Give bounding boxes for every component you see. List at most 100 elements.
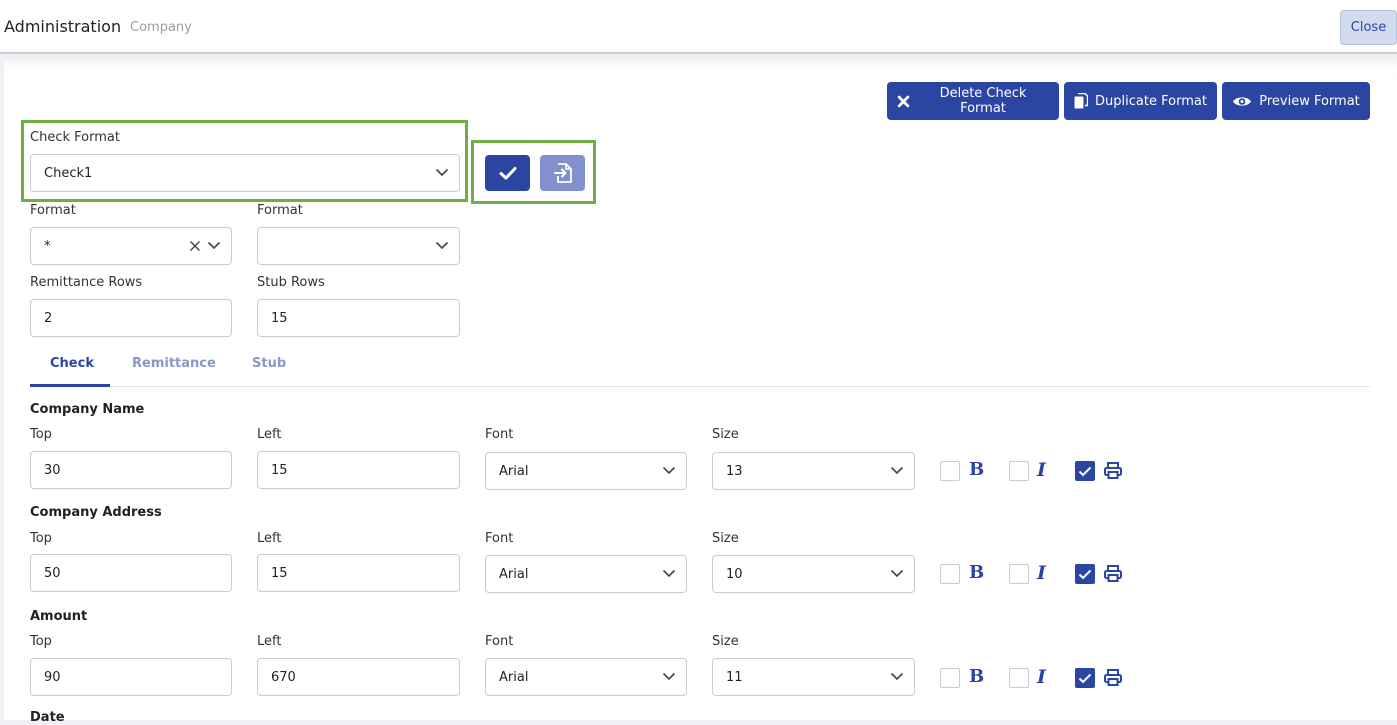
chevron-down-icon: [435, 168, 449, 177]
format-secondary-label: Format: [257, 203, 303, 218]
company-address-font-select[interactable]: Arial: [485, 555, 687, 593]
format-select[interactable]: *: [30, 227, 232, 265]
top-label: Top: [30, 427, 52, 442]
check-format-select[interactable]: Check1: [30, 154, 460, 192]
company-name-left-input[interactable]: 15: [257, 451, 460, 489]
italic-icon: I: [1037, 666, 1046, 688]
company-name-bold-checkbox[interactable]: [940, 461, 960, 481]
left-label: Left: [257, 634, 282, 649]
company-address-top-value: 50: [44, 565, 61, 581]
amount-top-value: 90: [44, 669, 61, 685]
chevron-down-icon: [662, 466, 676, 475]
format-label: Format: [30, 203, 76, 218]
tab-divider: [30, 386, 1370, 387]
tab-check[interactable]: Check: [50, 356, 94, 371]
app-title: Administration: [4, 17, 122, 36]
company-name-left-value: 15: [271, 462, 288, 478]
company-name-top-input[interactable]: 30: [30, 451, 232, 489]
format-secondary-select[interactable]: [257, 227, 460, 265]
company-name-size-select[interactable]: 13: [712, 452, 915, 490]
company-name-size-value: 13: [726, 463, 743, 479]
copy-icon: [1074, 93, 1089, 109]
delete-check-format-button[interactable]: Delete Check Format: [887, 82, 1059, 120]
tab-remittance[interactable]: Remittance: [132, 356, 216, 371]
chevron-down-icon: [890, 466, 904, 475]
company-address-top-input[interactable]: 50: [30, 554, 232, 592]
amount-size-select[interactable]: 11: [712, 658, 915, 696]
company-name-print-checkbox[interactable]: [1075, 461, 1095, 481]
company-address-bold-checkbox[interactable]: [940, 564, 960, 584]
amount-print-checkbox[interactable]: [1075, 668, 1095, 688]
chevron-down-icon: [662, 569, 676, 578]
check-format-panel: Delete Check Format Duplicate Format Pre…: [4, 58, 1397, 725]
section-title-company-address: Company Address: [30, 505, 162, 520]
check-icon: [499, 167, 516, 180]
amount-font-select[interactable]: Arial: [485, 658, 687, 696]
size-label: Size: [712, 634, 739, 649]
company-name-font-select[interactable]: Arial: [485, 452, 687, 490]
size-label: Size: [712, 427, 739, 442]
stub-rows-label: Stub Rows: [257, 275, 325, 290]
font-label: Font: [485, 634, 514, 649]
eye-icon: [1233, 96, 1252, 106]
amount-bold-checkbox[interactable]: [940, 668, 960, 688]
chevron-down-icon: [890, 569, 904, 578]
tab-stub[interactable]: Stub: [252, 356, 286, 371]
company-address-size-value: 10: [726, 566, 743, 582]
duplicate-format-button[interactable]: Duplicate Format: [1064, 82, 1217, 120]
company-name-italic-checkbox[interactable]: [1009, 461, 1029, 481]
active-tab-indicator: [30, 384, 110, 387]
print-icon: [1104, 669, 1122, 686]
left-label: Left: [257, 531, 282, 546]
bold-icon: B: [969, 459, 985, 480]
section-title-date: Date: [30, 710, 65, 725]
remittance-rows-value: 2: [44, 310, 53, 326]
import-format-button[interactable]: [540, 155, 585, 191]
company-address-left-input[interactable]: 15: [257, 554, 460, 592]
top-bar: Administration Company Close: [0, 0, 1397, 54]
duplicate-format-label: Duplicate Format: [1095, 93, 1207, 109]
top-label: Top: [30, 531, 52, 546]
company-address-print-checkbox[interactable]: [1075, 564, 1095, 584]
company-address-left-value: 15: [271, 565, 288, 581]
company-address-size-select[interactable]: 10: [712, 555, 915, 593]
stub-rows-input[interactable]: 15: [257, 299, 460, 337]
clear-icon[interactable]: [189, 240, 201, 252]
amount-left-input[interactable]: 670: [257, 658, 460, 696]
company-address-italic-checkbox[interactable]: [1009, 564, 1029, 584]
checkmark-icon: [1078, 673, 1092, 683]
chevron-down-icon: [890, 672, 904, 681]
x-icon: [897, 95, 910, 107]
remittance-rows-label: Remittance Rows: [30, 275, 143, 290]
format-value: *: [44, 238, 51, 254]
amount-left-value: 670: [271, 669, 296, 685]
check-format-label: Check Format: [30, 130, 120, 145]
preview-format-button[interactable]: Preview Format: [1222, 82, 1370, 120]
amount-italic-checkbox[interactable]: [1009, 668, 1029, 688]
section-title-company-name: Company Name: [30, 402, 145, 417]
breadcrumb-company[interactable]: Company: [130, 20, 192, 35]
size-label: Size: [712, 531, 739, 546]
remittance-rows-input[interactable]: 2: [30, 299, 232, 337]
chevron-down-icon: [207, 241, 221, 250]
font-label: Font: [485, 531, 514, 546]
print-icon: [1104, 565, 1122, 582]
font-label: Font: [485, 427, 514, 442]
left-label: Left: [257, 427, 282, 442]
preview-format-label: Preview Format: [1259, 93, 1360, 109]
section-title-amount: Amount: [30, 609, 88, 624]
bold-icon: B: [969, 666, 985, 687]
company-name-font-value: Arial: [499, 463, 529, 479]
print-icon: [1104, 462, 1122, 479]
checkmark-icon: [1078, 466, 1092, 476]
delete-check-format-label: Delete Check Format: [939, 86, 1027, 116]
bold-icon: B: [969, 562, 985, 583]
company-name-top-value: 30: [44, 462, 61, 478]
confirm-format-button[interactable]: [485, 155, 530, 191]
file-import-icon: [553, 163, 572, 183]
italic-icon: I: [1037, 562, 1046, 584]
close-button[interactable]: Close: [1340, 10, 1397, 45]
amount-top-input[interactable]: 90: [30, 658, 232, 696]
check-format-value: Check1: [44, 165, 93, 181]
amount-size-value: 11: [726, 669, 743, 685]
